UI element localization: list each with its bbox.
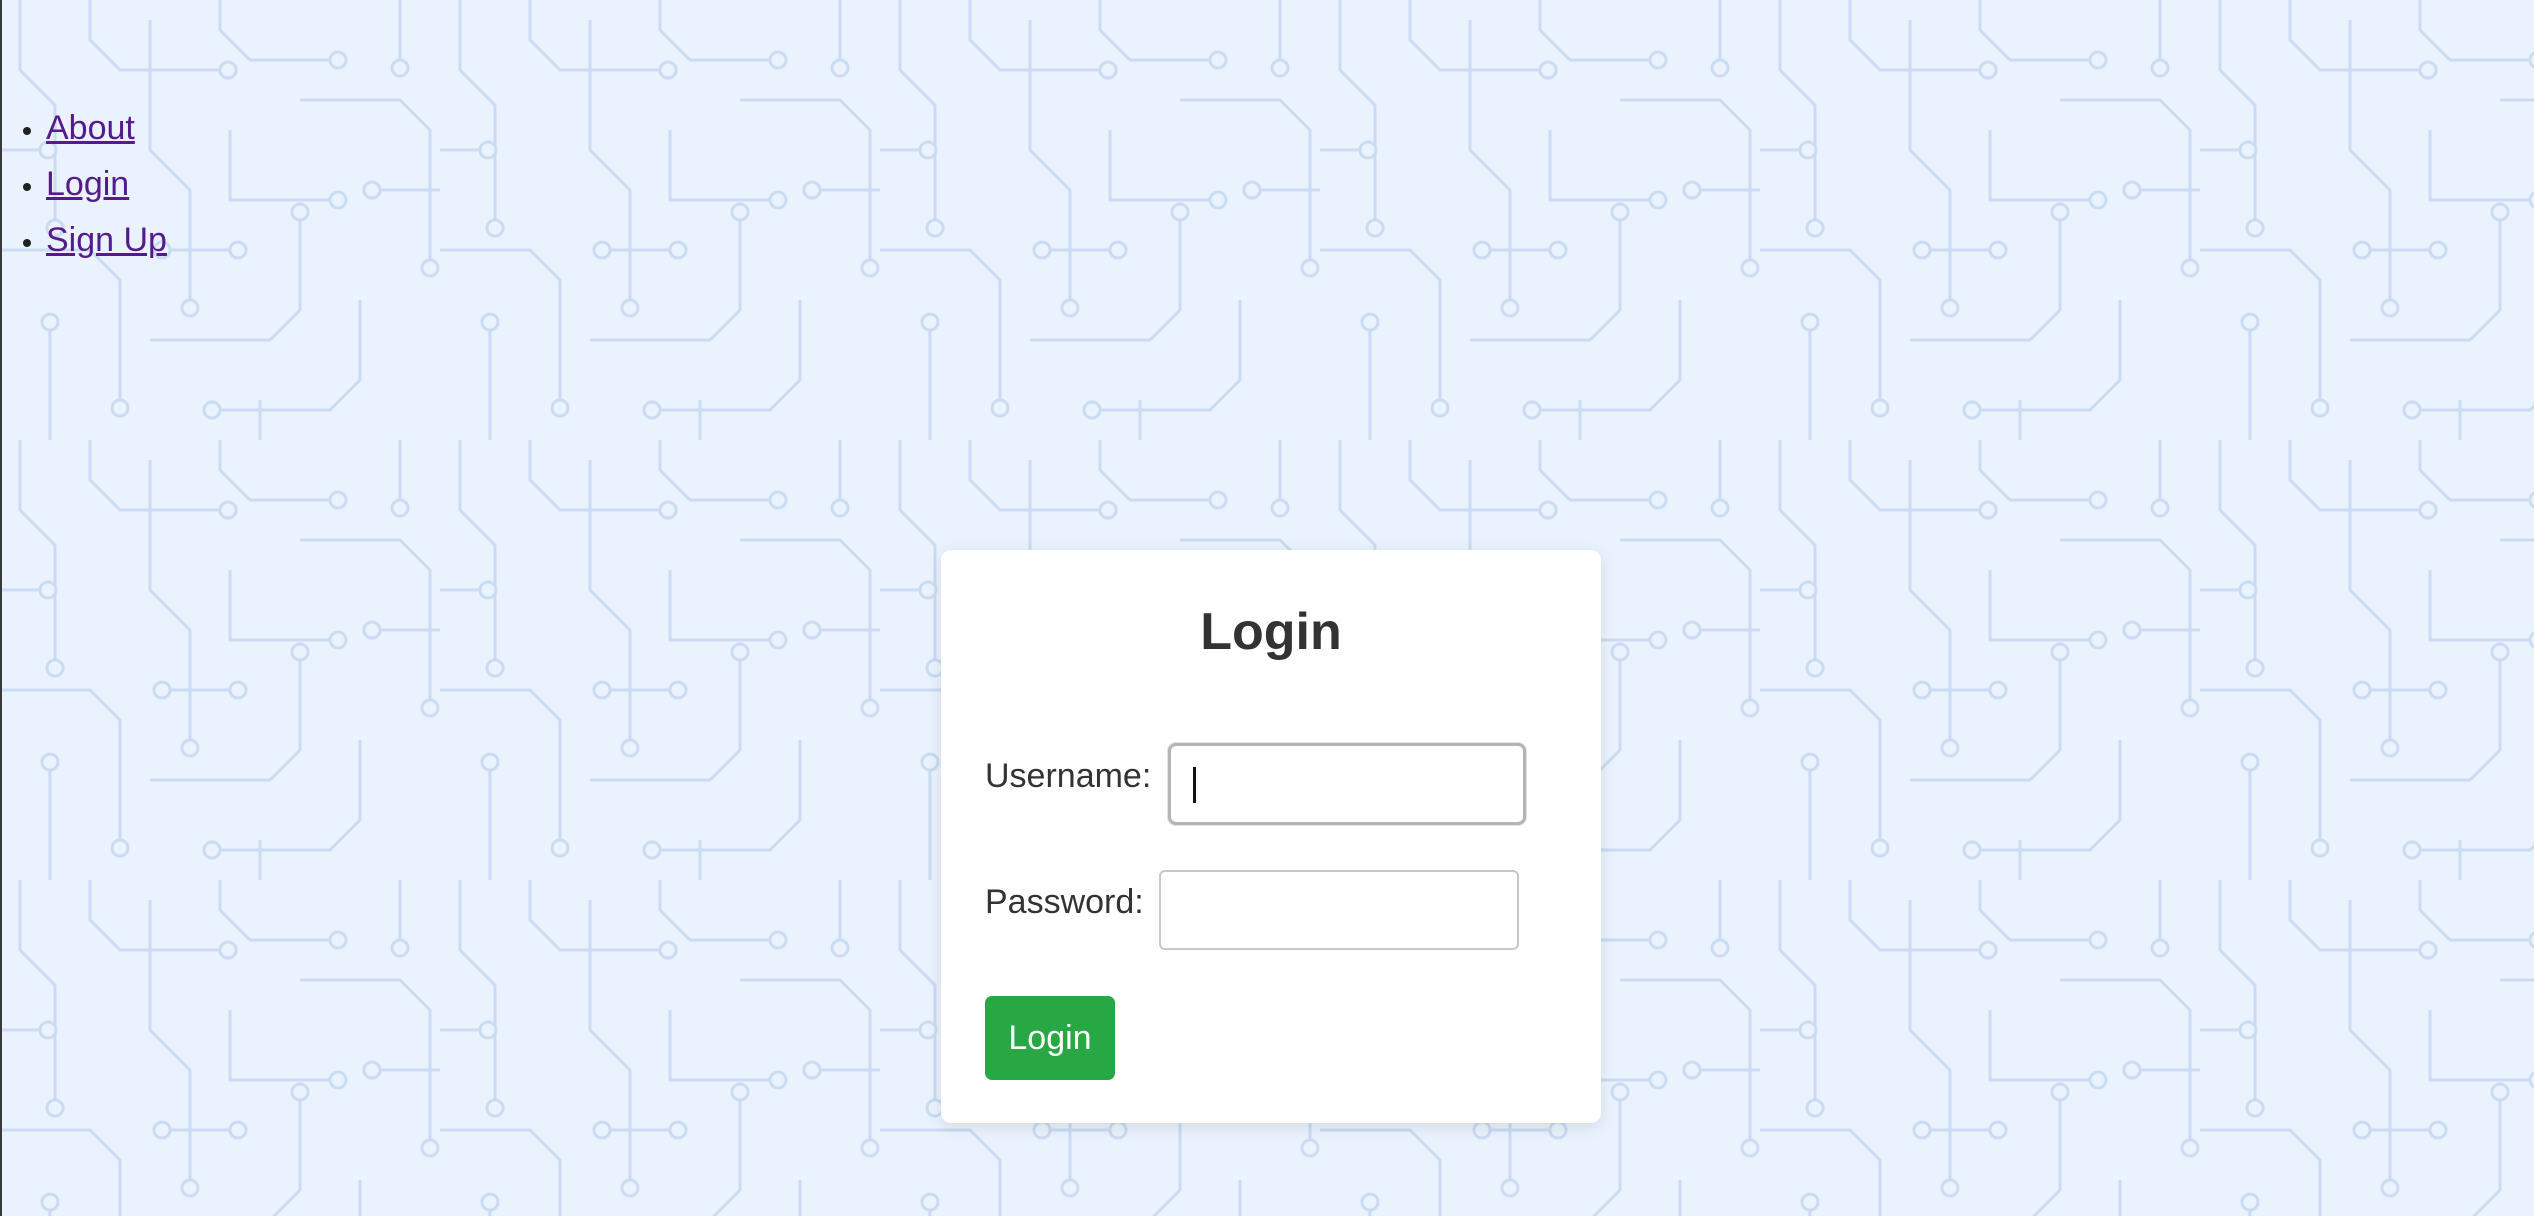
sign-up-link[interactable]: Sign Up: [46, 221, 167, 259]
username-input[interactable]: [1168, 743, 1526, 825]
password-input[interactable]: [1159, 870, 1519, 950]
nav-item-about: About: [46, 100, 167, 156]
nav-item-signup: Sign Up: [46, 212, 167, 268]
nav-menu: About Login Sign Up: [0, 100, 167, 268]
password-label: Password:: [985, 883, 1144, 921]
text-cursor: [1193, 767, 1196, 803]
login-card: Login Username: Password: Login: [941, 550, 1601, 1123]
username-label: Username:: [985, 757, 1152, 795]
login-link[interactable]: Login: [46, 165, 129, 203]
login-button[interactable]: Login: [985, 996, 1115, 1080]
nav-item-login: Login: [46, 156, 167, 212]
about-link[interactable]: About: [46, 109, 135, 147]
login-title: Login: [1200, 603, 1342, 661]
